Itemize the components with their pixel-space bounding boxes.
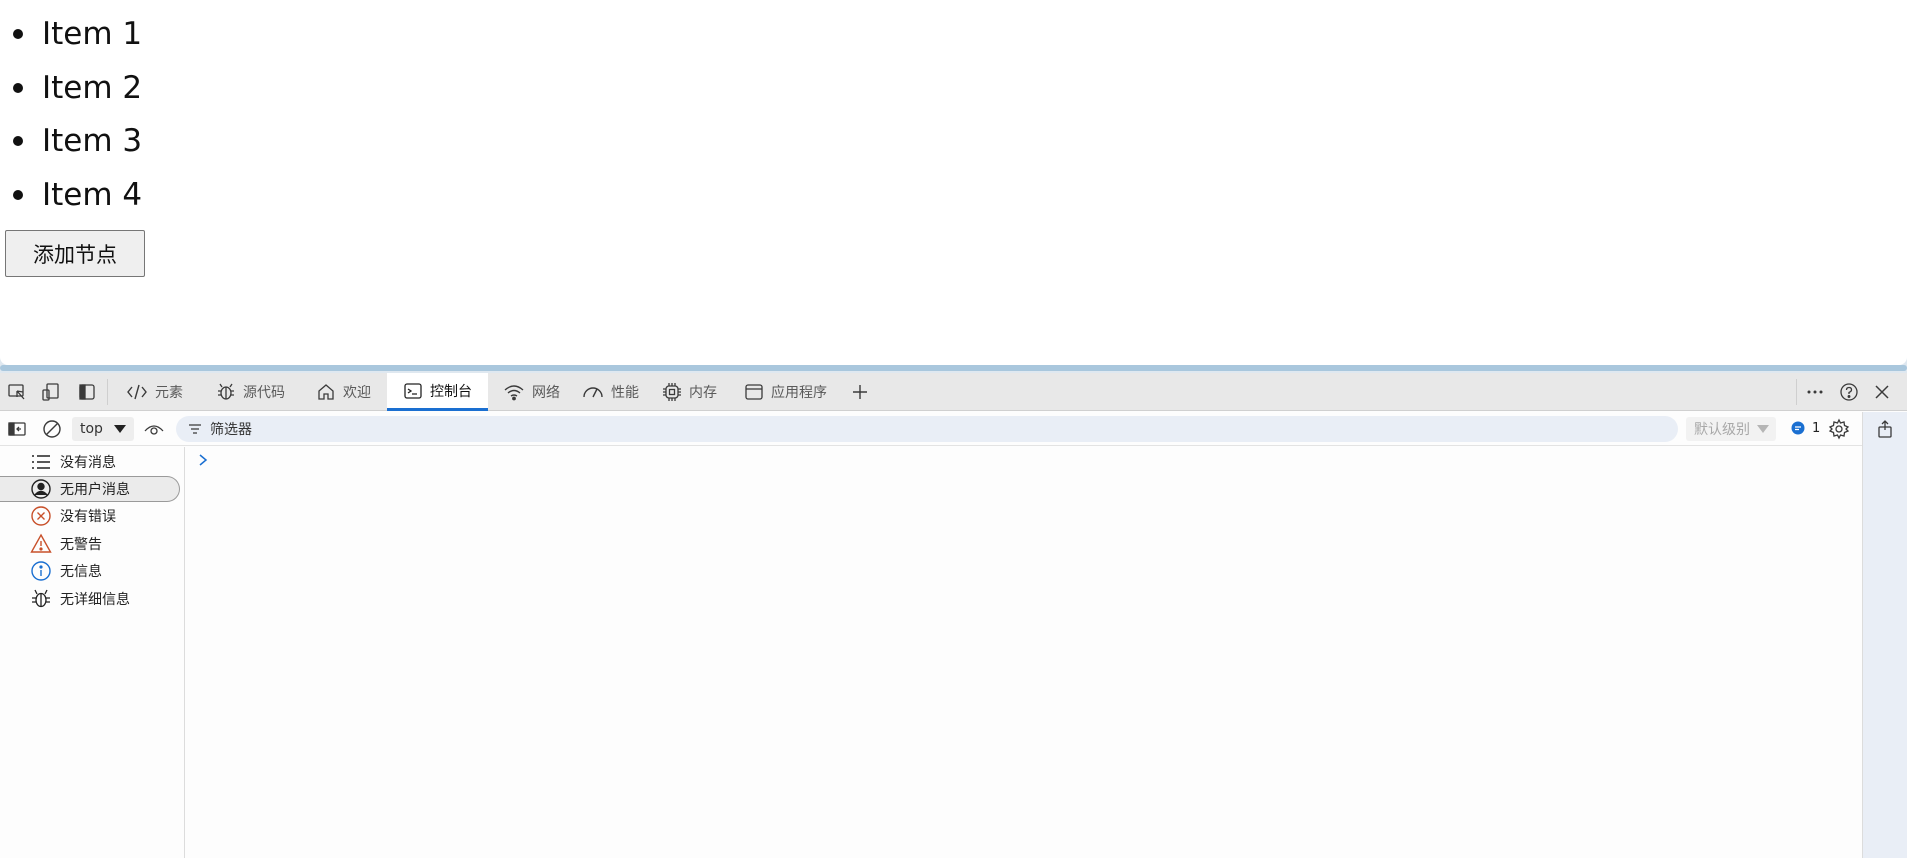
sidebar-item-label: 无信息 — [60, 564, 102, 580]
list-item: Item 2 — [0, 66, 142, 120]
more-options-icon[interactable] — [1803, 380, 1827, 404]
clear-console-icon[interactable] — [40, 417, 64, 441]
devtools-resize-handle[interactable] — [0, 365, 1907, 371]
context-select-value: top — [80, 421, 103, 437]
tab-performance[interactable]: 性能 — [566, 373, 655, 411]
tab-separator — [107, 379, 108, 405]
tab-label: 欢迎 — [343, 385, 371, 401]
page-viewport: Item 1 Item 2 Item 3 Item 4 添加节点 — [0, 0, 1907, 365]
filter-input[interactable]: 筛选器 — [176, 416, 1678, 442]
context-select[interactable]: top — [72, 417, 134, 441]
tab-label: 应用程序 — [771, 385, 827, 401]
bug-icon — [218, 383, 234, 400]
tab-memory[interactable]: 内存 — [646, 373, 733, 411]
list-item: Item 1 — [0, 12, 142, 66]
bug-icon — [32, 589, 50, 608]
console-settings-gear-icon[interactable] — [1827, 417, 1851, 441]
console-sidebar: 没有消息 无用户消息 没有错误 无警告 无信息 无详细信息 — [0, 447, 185, 858]
add-tab-icon[interactable] — [848, 380, 872, 404]
dropdown-arrow-icon — [113, 425, 126, 433]
sidebar-toggle-icon[interactable] — [5, 417, 29, 441]
list-item: Item 3 — [0, 119, 142, 173]
tab-label: 性能 — [611, 385, 639, 401]
tab-network[interactable]: 网络 — [487, 373, 576, 411]
inspect-element-icon[interactable] — [5, 380, 29, 404]
add-node-button[interactable]: 添加节点 — [5, 230, 145, 277]
console-icon — [404, 382, 422, 399]
sidebar-item-verbose[interactable]: 无详细信息 — [0, 586, 180, 612]
sidebar-item-label: 没有错误 — [60, 509, 116, 525]
window-edge — [1907, 0, 1920, 858]
sidebar-item-label: 无用户消息 — [60, 482, 130, 498]
devtools-tab-bar: 元素 源代码 欢迎 控制台 网络 性能 内存 应用程序 — [0, 373, 1907, 411]
sidebar-item-warnings[interactable]: 无警告 — [0, 531, 180, 557]
devtools-panel: 元素 源代码 欢迎 控制台 网络 性能 内存 应用程序 top 筛选器 默认级别… — [0, 373, 1907, 858]
sidebar-item-user-messages[interactable]: 无用户消息 — [0, 476, 180, 502]
tab-label: 元素 — [155, 385, 183, 401]
sidebar-item-info[interactable]: 无信息 — [0, 558, 180, 584]
message-count-badge[interactable]: 1 — [1790, 420, 1820, 436]
message-count: 1 — [1812, 420, 1821, 436]
window-icon — [745, 384, 763, 400]
gauge-icon — [583, 387, 603, 398]
home-icon — [318, 384, 334, 400]
console-toolbar: top 筛选器 默认级别 1 — [0, 412, 1907, 446]
tab-welcome[interactable]: 欢迎 — [300, 373, 387, 411]
dropdown-arrow-icon — [1757, 425, 1769, 433]
dock-side-icon[interactable] — [75, 380, 99, 404]
list-icon — [32, 455, 50, 469]
sidebar-item-label: 无警告 — [60, 537, 102, 553]
devtools-activity-bar — [1862, 412, 1907, 858]
user-icon — [31, 479, 51, 499]
error-icon — [31, 506, 51, 526]
wifi-icon — [504, 385, 524, 401]
list-item: Item 4 — [0, 173, 142, 227]
code-icon — [127, 384, 147, 400]
tab-label: 控制台 — [430, 383, 472, 400]
console-output[interactable] — [186, 447, 1862, 858]
tab-sources[interactable]: 源代码 — [200, 373, 301, 411]
console-prompt-chevron-icon — [198, 452, 208, 471]
dock-panel-icon[interactable] — [1873, 417, 1897, 441]
tab-elements[interactable]: 元素 — [110, 373, 199, 411]
filter-placeholder: 筛选器 — [210, 422, 252, 438]
device-emulation-icon[interactable] — [39, 380, 63, 404]
item-list: Item 1 Item 2 Item 3 Item 4 — [0, 12, 142, 226]
sidebar-item-label: 没有消息 — [60, 455, 116, 471]
tab-label: 内存 — [689, 385, 717, 401]
sidebar-item-label: 无详细信息 — [60, 592, 130, 608]
sidebar-item-errors[interactable]: 没有错误 — [0, 503, 180, 529]
tab-separator — [1796, 379, 1797, 405]
tab-application[interactable]: 应用程序 — [728, 373, 843, 411]
filter-icon — [189, 424, 201, 434]
message-bubble-icon — [1791, 421, 1805, 435]
tab-label: 网络 — [532, 385, 560, 401]
tab-label: 源代码 — [243, 385, 285, 401]
close-icon[interactable] — [1870, 380, 1894, 404]
live-expression-eye-icon[interactable] — [142, 417, 166, 441]
sidebar-item-all-messages[interactable]: 没有消息 — [0, 449, 180, 475]
info-icon — [31, 561, 51, 581]
help-icon[interactable] — [1837, 380, 1861, 404]
log-level-select[interactable]: 默认级别 — [1686, 417, 1776, 441]
chip-icon — [663, 383, 681, 401]
tab-console[interactable]: 控制台 — [387, 373, 488, 411]
warning-icon — [30, 533, 52, 553]
log-level-value: 默认级别 — [1694, 422, 1750, 438]
